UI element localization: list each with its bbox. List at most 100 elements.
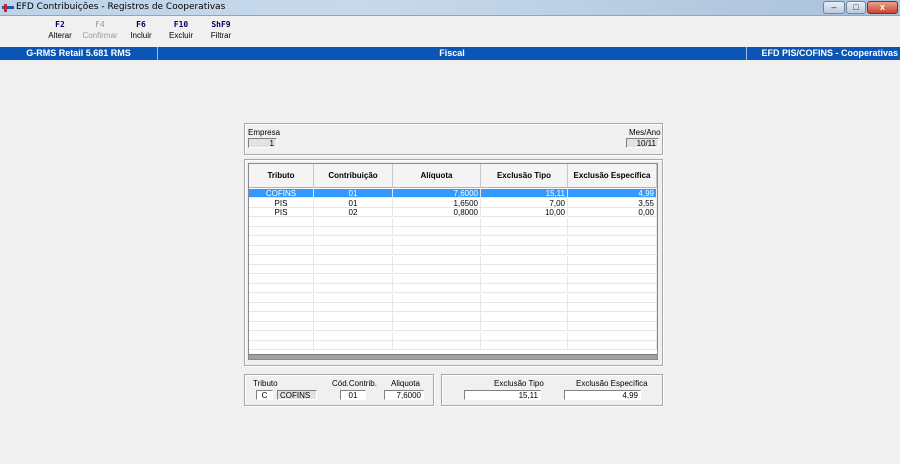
tributo-name-field: COFINS <box>277 390 317 400</box>
empresa-field[interactable]: 1 <box>248 138 277 148</box>
cell-exclusao-especifica <box>568 312 657 322</box>
empty-row[interactable] <box>249 236 657 246</box>
incluir-label: Incluir <box>130 31 152 40</box>
cell-exclusao-especifica <box>568 265 657 274</box>
cell-tributo: COFINS <box>249 189 314 198</box>
cell-contribuicao <box>314 265 393 274</box>
cell-contribuicao: 01 <box>314 189 393 198</box>
confirmar-key: F4 <box>95 20 105 29</box>
cell-aliquota <box>393 255 481 265</box>
minimize-button[interactable]: – <box>823 1 845 14</box>
grid-horizontal-scrollbar[interactable] <box>249 354 657 359</box>
table-row[interactable]: PIS 01 1,6500 7,00 3,55 <box>249 198 657 208</box>
excluir-label: Excluir <box>168 31 193 40</box>
empty-row[interactable] <box>249 312 657 322</box>
cell-aliquota: 0,8000 <box>393 208 481 217</box>
cell-exclusao-especifica <box>568 274 657 284</box>
filtrar-key: ShF9 <box>211 20 231 29</box>
excluir-button[interactable]: F10 Excluir <box>166 20 196 41</box>
confirmar-label: Confirmar <box>82 31 118 40</box>
table-row[interactable]: COFINS 01 7,6000 15,11 4,99 <box>249 189 657 198</box>
cell-exclusao-tipo <box>481 246 568 255</box>
empty-row[interactable] <box>249 331 657 341</box>
cell-exclusao-especifica <box>568 236 657 246</box>
cell-exclusao-tipo <box>481 312 568 322</box>
cell-tributo <box>249 255 314 265</box>
cell-tributo <box>249 284 314 293</box>
col-tributo[interactable]: Tributo <box>249 164 314 188</box>
cell-exclusao-especifica <box>568 246 657 255</box>
cell-exclusao-especifica: 0,00 <box>568 208 657 217</box>
cell-contribuicao: 02 <box>314 208 393 217</box>
col-contribuicao[interactable]: Contribuição <box>314 164 393 188</box>
close-button[interactable]: x <box>867 1 898 14</box>
excluir-key: F10 <box>173 20 189 29</box>
empty-row[interactable] <box>249 274 657 284</box>
cell-contribuicao <box>314 236 393 246</box>
cell-tributo <box>249 265 314 274</box>
cod-contrib-field[interactable]: 01 <box>340 390 366 400</box>
cell-aliquota <box>393 274 481 284</box>
cell-contribuicao <box>314 227 393 236</box>
mes-ano-field[interactable]: 10/11 <box>626 138 659 148</box>
cell-aliquota <box>393 246 481 255</box>
cell-aliquota <box>393 341 481 350</box>
exclusao-tipo-field[interactable]: 15,11 <box>464 390 541 400</box>
cell-tributo <box>249 331 314 341</box>
mes-ano-label: Mes/Ano <box>629 128 661 137</box>
cell-tributo <box>249 227 314 236</box>
toolbar: F2 Alterar F4 Confirmar F6 Incluir F10 E… <box>0 16 900 45</box>
exclusao-tipo-label: Exclusão Tipo <box>494 379 544 388</box>
incluir-button[interactable]: F6 Incluir <box>127 20 155 41</box>
empty-row[interactable] <box>249 217 657 227</box>
cell-exclusao-tipo <box>481 322 568 331</box>
cell-exclusao-especifica <box>568 293 657 303</box>
col-aliquota[interactable]: Alíquota <box>393 164 481 188</box>
empty-row[interactable] <box>249 322 657 331</box>
empty-row[interactable] <box>249 255 657 265</box>
alterar-button[interactable]: F2 Alterar <box>47 20 73 41</box>
empty-row[interactable] <box>249 293 657 303</box>
filtrar-button[interactable]: ShF9 Filtrar <box>206 20 236 41</box>
empty-row[interactable] <box>249 341 657 350</box>
empty-row[interactable] <box>249 303 657 312</box>
cooperativas-grid[interactable]: Tributo Contribuição Alíquota Exclusão T… <box>248 163 658 360</box>
table-row[interactable]: PIS 02 0,8000 10,00 0,00 <box>249 208 657 217</box>
cell-tributo <box>249 293 314 303</box>
app-icon <box>2 4 14 12</box>
cell-exclusao-tipo <box>481 284 568 293</box>
aliquota-field[interactable]: 7,6000 <box>384 390 424 400</box>
cell-contribuicao <box>314 255 393 265</box>
maximize-button[interactable]: □ <box>846 1 866 14</box>
confirmar-button[interactable]: F4 Confirmar <box>80 20 120 41</box>
tributo-code-field[interactable]: C <box>256 390 273 400</box>
header-panel: Empresa 1 Mes/Ano 10/11 <box>244 123 663 155</box>
cell-aliquota <box>393 236 481 246</box>
cod-contrib-label: Cód.Contrib. <box>332 379 377 388</box>
empty-row[interactable] <box>249 227 657 236</box>
cell-exclusao-tipo <box>481 293 568 303</box>
cell-tributo <box>249 236 314 246</box>
cell-contribuicao <box>314 217 393 227</box>
empty-row[interactable] <box>249 246 657 255</box>
cell-tributo <box>249 341 314 350</box>
cell-exclusao-tipo: 10,00 <box>481 208 568 217</box>
exclusao-especifica-field[interactable]: 4,99 <box>564 390 641 400</box>
cell-contribuicao: 01 <box>314 198 393 208</box>
empty-row[interactable] <box>249 284 657 293</box>
cell-exclusao-tipo: 15,11 <box>481 189 568 198</box>
cell-tributo <box>249 217 314 227</box>
cell-exclusao-tipo: 7,00 <box>481 198 568 208</box>
aliquota-label: Aliquota <box>391 379 420 388</box>
cell-aliquota <box>393 227 481 236</box>
cell-contribuicao <box>314 322 393 331</box>
window-titlebar[interactable]: EFD Contribuições - Registros de Coopera… <box>0 0 900 16</box>
col-exclusao-especifica[interactable]: Exclusão Específica <box>568 164 657 188</box>
empty-row[interactable] <box>249 265 657 274</box>
cell-aliquota <box>393 293 481 303</box>
detail-left-panel: Tributo C COFINS Cód.Contrib. 01 Aliquot… <box>244 374 434 406</box>
cell-exclusao-especifica: 4,99 <box>568 189 657 198</box>
col-exclusao-tipo[interactable]: Exclusão Tipo <box>481 164 568 188</box>
cell-exclusao-tipo <box>481 255 568 265</box>
cell-aliquota <box>393 312 481 322</box>
